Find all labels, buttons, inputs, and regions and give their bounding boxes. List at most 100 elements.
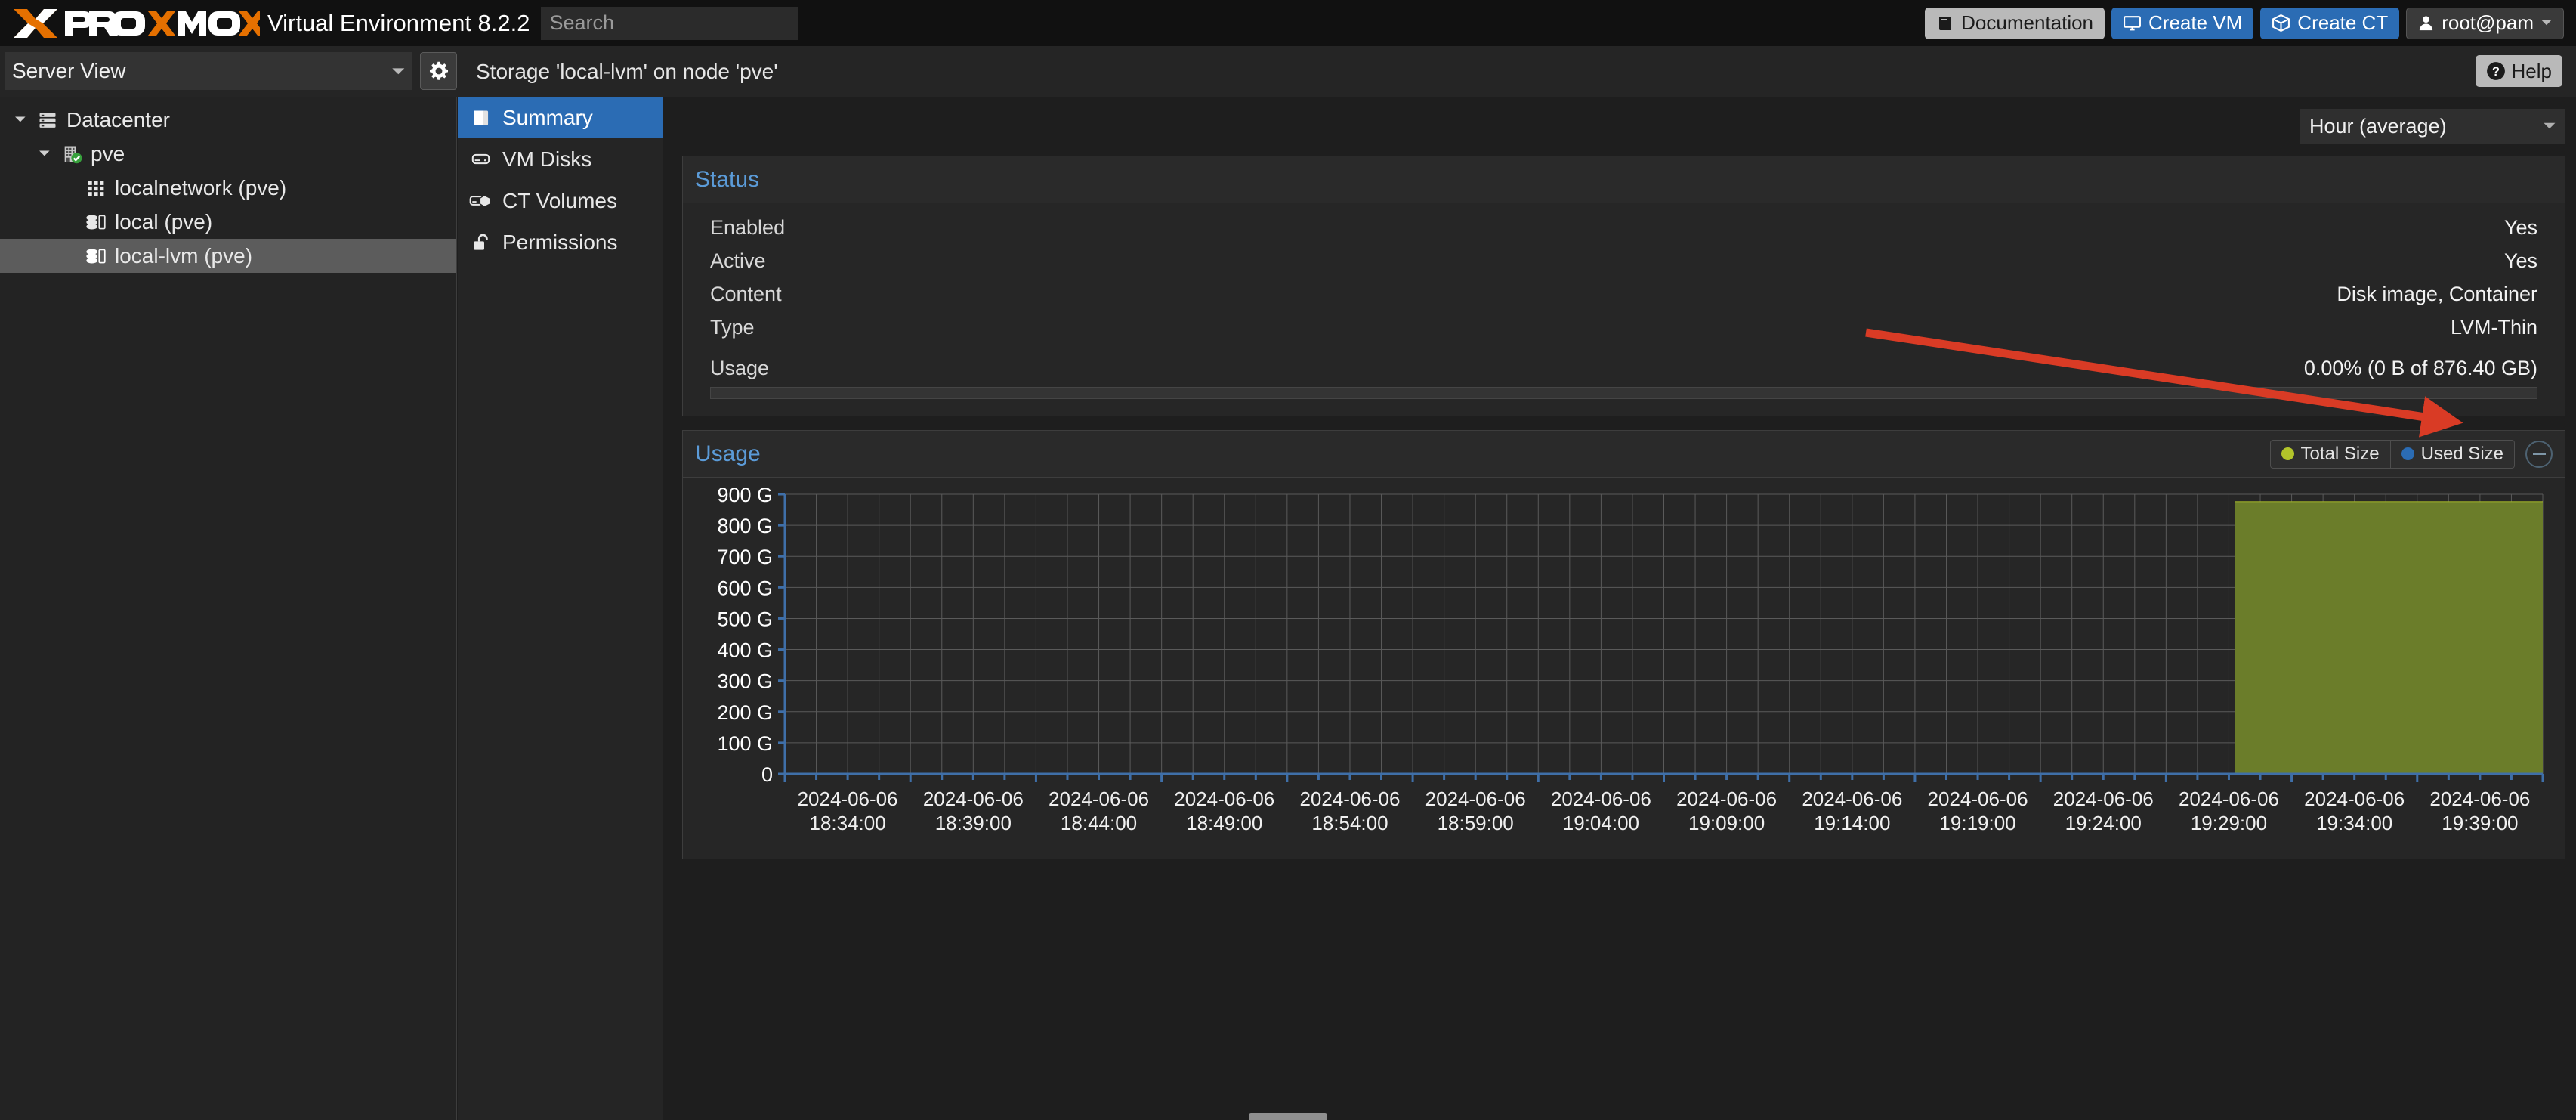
tab-label: CT Volumes: [502, 188, 617, 212]
svg-text:18:49:00: 18:49:00: [1186, 812, 1262, 834]
legend-item-used-size[interactable]: Used Size: [2389, 440, 2514, 468]
spacer: ⏷: [56, 214, 82, 230]
spacer: ⏷: [56, 248, 82, 265]
chart-y-tick-labels: 900 G 800 G 700 G 600 G 500 G 400 G 300 G 200 G…: [717, 488, 773, 786]
svg-text:19:04:00: 19:04:00: [1563, 812, 1639, 834]
circle-minus-icon[interactable]: [2525, 440, 2553, 468]
svg-text:2024-06-06: 2024-06-06: [923, 787, 1024, 810]
usage-chart[interactable]: 900 G 800 G 700 G 600 G 500 G 400 G 300 G 200 G…: [690, 488, 2557, 851]
status-panel-body: Enabled Yes Active Yes Content Disk imag…: [683, 203, 2565, 416]
breadcrumb: Storage 'local-lvm' on node 'pve': [476, 59, 778, 83]
tab-label: VM Disks: [502, 147, 592, 171]
sidebar-item-datacenter[interactable]: ⏷ Datacenter: [0, 103, 456, 137]
proxmox-logo-svg: [14, 8, 260, 38]
panel-title: Status: [695, 166, 760, 192]
spacer: ⏷: [56, 180, 82, 196]
tab-permissions[interactable]: Permissions: [458, 221, 663, 263]
search-input[interactable]: [540, 6, 798, 40]
tab-ct-volumes[interactable]: CT Volumes: [458, 180, 663, 221]
tab-summary[interactable]: Summary: [458, 97, 663, 138]
svg-text:2024-06-06: 2024-06-06: [2179, 787, 2279, 810]
svg-text:18:34:00: 18:34:00: [809, 812, 885, 834]
create-vm-button[interactable]: Create VM: [2111, 7, 2254, 39]
view-select[interactable]: Server View ⏷: [5, 52, 412, 90]
chart-legend[interactable]: Total Size Used Size: [2269, 439, 2515, 469]
legend-item-total-size[interactable]: Total Size: [2271, 441, 2390, 468]
svg-text:18:54:00: 18:54:00: [1311, 812, 1388, 834]
svg-text:600 G: 600 G: [717, 577, 773, 599]
chevron-down-icon: ⏷: [391, 61, 405, 80]
status-row: Enabled Yes: [710, 211, 2537, 244]
svg-text:0: 0: [761, 763, 773, 786]
content-tab-list[interactable]: Summary VM Disks CT Volumes Permissions: [458, 97, 663, 1120]
create-vm-label: Create VM: [2148, 11, 2243, 34]
datacenter-icon: [33, 110, 62, 131]
chevron-down-icon: ⏷: [2540, 14, 2553, 31]
legend-label: Used Size: [2420, 443, 2503, 464]
node-icon: [57, 144, 86, 165]
status-row-value: Yes: [2503, 249, 2537, 272]
sidebar-item-label: local-lvm (pve): [115, 243, 253, 268]
tab-vm-disks[interactable]: VM Disks: [458, 138, 663, 180]
user-label: root@pam: [2442, 11, 2534, 34]
svg-text:300 G: 300 G: [717, 670, 773, 693]
panel-resize-handle[interactable]: [1249, 1113, 1327, 1120]
svg-text:2024-06-06: 2024-06-06: [1551, 787, 1651, 810]
create-ct-label: Create CT: [2297, 11, 2389, 34]
svg-text:18:59:00: 18:59:00: [1438, 812, 1514, 834]
product-name: Virtual Environment 8.2.2: [267, 9, 530, 36]
storage-icon: [82, 246, 110, 267]
svg-text:?: ?: [2492, 65, 2500, 79]
svg-text:200 G: 200 G: [717, 701, 773, 724]
status-row-key: Enabled: [710, 215, 786, 239]
help-button[interactable]: ? Help: [2475, 55, 2562, 87]
svg-text:800 G: 800 G: [717, 515, 773, 537]
timeframe-select-value: Hour (average): [2309, 114, 2447, 138]
chart-container: 900 G 800 G 700 G 600 G 500 G 400 G 300 G 200 G…: [683, 478, 2565, 859]
user-icon: [2420, 16, 2433, 31]
proxmox-logo[interactable]: [0, 0, 260, 46]
timeframe-select[interactable]: Hour (average) ⏷: [2300, 109, 2565, 144]
ct-volume-icon: [468, 190, 493, 211]
help-icon: ?: [2486, 62, 2505, 80]
svg-text:19:29:00: 19:29:00: [2191, 812, 2267, 834]
usage-chart-svg[interactable]: 900 G 800 G 700 G 600 G 500 G 400 G 300 G 200 G…: [690, 488, 2549, 843]
status-row: Content Disk image, Container: [710, 277, 2537, 311]
svg-text:19:24:00: 19:24:00: [2065, 812, 2142, 834]
svg-text:2024-06-06: 2024-06-06: [2429, 787, 2530, 810]
panel-title: Usage: [695, 441, 761, 466]
resource-tree[interactable]: ⏷ Datacenter ⏷ pve localnetwork (pve) lo…: [0, 97, 457, 1120]
gear-icon: [429, 61, 448, 80]
svg-text:400 G: 400 G: [717, 639, 773, 662]
status-row-key: Content: [710, 282, 782, 305]
unlock-icon: [468, 232, 493, 252]
app-header: Virtual Environment 8.2.2 Documentation …: [0, 0, 2576, 46]
usage-progress-bar: [710, 387, 2537, 399]
documentation-button[interactable]: Documentation: [1925, 7, 2105, 39]
svg-text:18:39:00: 18:39:00: [935, 812, 1012, 834]
disk-icon: [468, 149, 493, 169]
sidebar-item-local[interactable]: ⏷ local (pve): [0, 205, 456, 239]
svg-text:2024-06-06: 2024-06-06: [1299, 787, 1400, 810]
svg-text:2024-06-06: 2024-06-06: [1425, 787, 1526, 810]
svg-text:2024-06-06: 2024-06-06: [1174, 787, 1274, 810]
create-ct-button[interactable]: Create CT: [2260, 7, 2400, 39]
svg-text:900 G: 900 G: [717, 488, 773, 506]
status-row-value: Disk image, Container: [2337, 282, 2537, 305]
user-menu-button[interactable]: root@pam ⏷: [2406, 7, 2564, 39]
view-select-value: Server View: [12, 59, 126, 82]
chevron-down-icon[interactable]: ⏷: [32, 146, 57, 162]
sidebar-item-local-lvm[interactable]: ⏷ local-lvm (pve): [0, 239, 456, 273]
svg-text:2024-06-06: 2024-06-06: [1802, 787, 1902, 810]
sidebar-item-pve[interactable]: ⏷ pve: [0, 137, 456, 171]
svg-text:500 G: 500 G: [717, 608, 773, 630]
usage-status-row: Usage 0.00% (0 B of 876.40 GB): [710, 354, 2537, 399]
help-label: Help: [2511, 59, 2552, 82]
sidebar-item-label: pve: [91, 141, 125, 166]
sidebar-item-localnetwork[interactable]: ⏷ localnetwork (pve): [0, 171, 456, 205]
legend-color-swatch: [2281, 447, 2294, 460]
svg-text:2024-06-06: 2024-06-06: [1676, 787, 1777, 810]
svg-text:700 G: 700 G: [717, 546, 773, 568]
settings-button[interactable]: [420, 52, 457, 90]
chevron-down-icon[interactable]: ⏷: [8, 112, 33, 128]
